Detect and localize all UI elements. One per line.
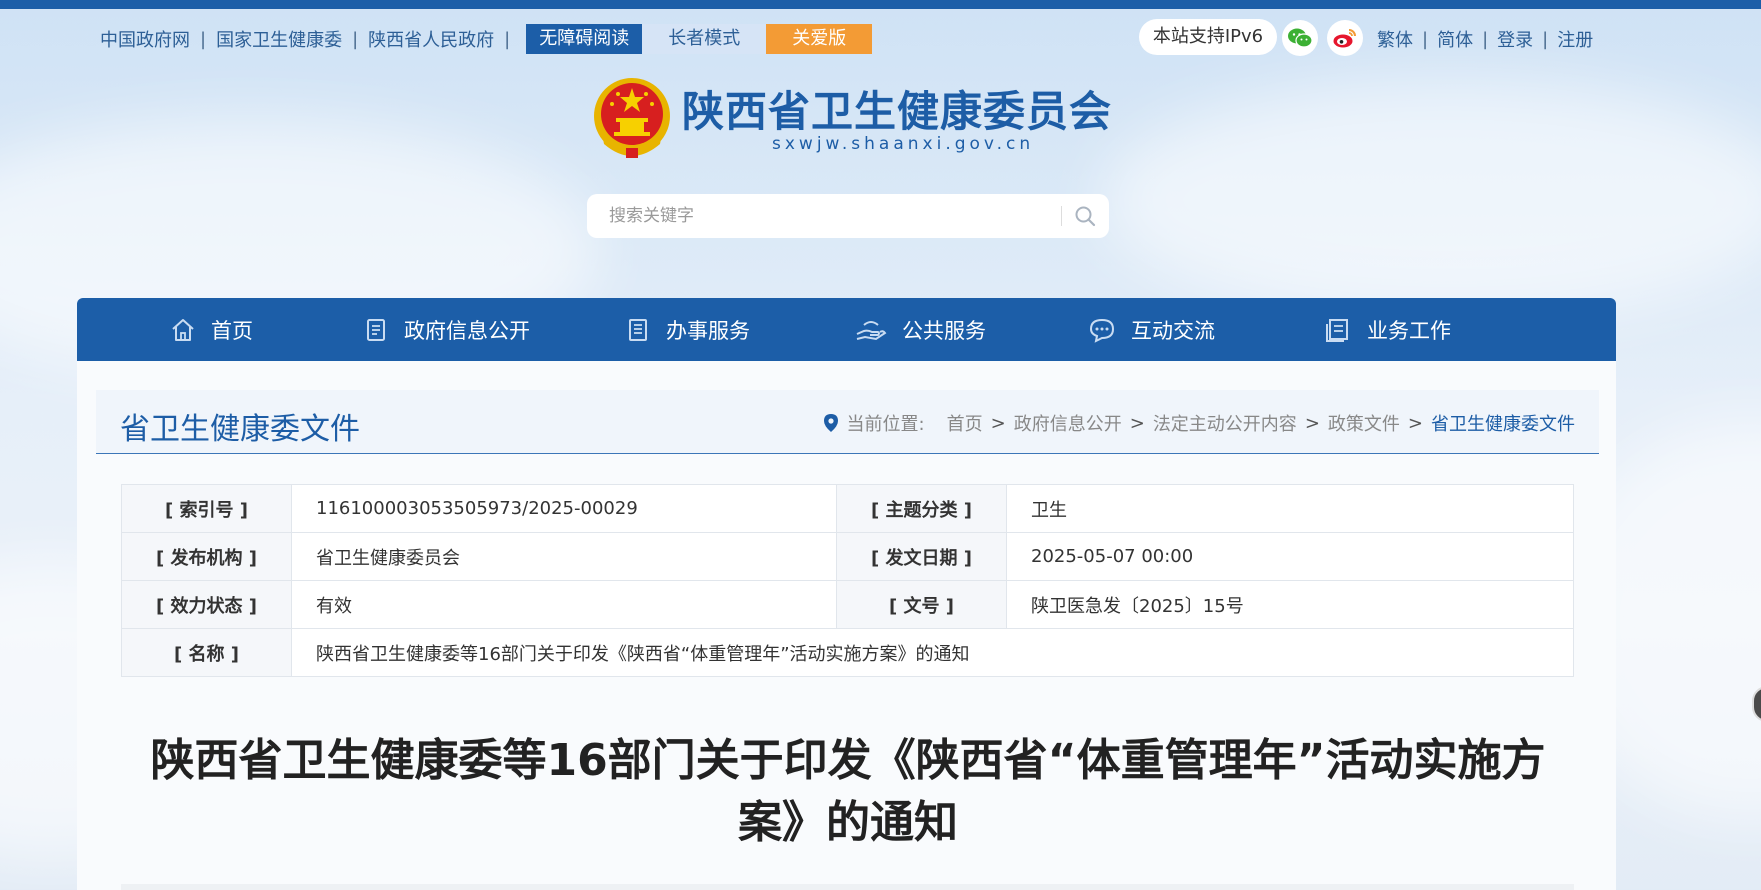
docno-label: [ 文号 ]: [836, 580, 1007, 629]
topic-label: [ 主题分类 ]: [836, 484, 1007, 533]
separator: |: [352, 28, 359, 50]
separator: |: [1542, 28, 1549, 50]
section-title: 省卫生健康委文件: [120, 412, 360, 447]
breadcrumb-separator: >: [990, 412, 1006, 434]
weibo-button[interactable]: [1327, 20, 1363, 56]
accessible-reading-button[interactable]: 无障碍阅读: [526, 24, 643, 54]
simplified-chinese-link[interactable]: 简体: [1437, 26, 1473, 52]
breadcrumb-separator: >: [1129, 412, 1145, 434]
name-label: [ 名称 ]: [121, 628, 292, 677]
nav-business[interactable]: 业务工作: [1323, 298, 1451, 361]
docno-value: 陕卫医急发〔2025〕15号: [1006, 580, 1574, 629]
status-value: 有效: [291, 580, 837, 629]
name-value: 陕西省卫生健康委等16部门关于印发《陕西省“体重管理年”活动实施方案》的通知: [291, 628, 1574, 677]
search-box: [587, 194, 1109, 238]
separator: |: [200, 28, 207, 50]
breadcrumb-current[interactable]: 省卫生健康委文件: [1431, 410, 1575, 436]
national-emblem-icon: [594, 78, 670, 158]
chat-icon: [1089, 318, 1115, 343]
separator: |: [1422, 28, 1429, 50]
weibo-icon: [1333, 29, 1356, 48]
publisher-value: 省卫生健康委员会: [291, 532, 837, 581]
traditional-chinese-link[interactable]: 繁体: [1377, 26, 1413, 52]
date-label: [ 发文日期 ]: [836, 532, 1007, 581]
wechat-button[interactable]: [1282, 20, 1318, 56]
index-value: 116100003053505973/2025-00029: [291, 484, 837, 533]
search-input[interactable]: [609, 202, 1029, 230]
nav-home[interactable]: 首页: [169, 298, 253, 361]
nav-label: 政府信息公开: [404, 318, 530, 343]
table-row: [ 发布机构 ] 省卫生健康委员会 [ 发文日期 ] 2025-05-07 00…: [121, 532, 1574, 581]
breadcrumb-policy[interactable]: 政策文件: [1328, 410, 1400, 436]
login-link[interactable]: 登录: [1497, 26, 1533, 52]
form-icon: [629, 318, 647, 341]
breadcrumb-separator: >: [1407, 412, 1423, 434]
table-row: [ 效力状态 ] 有效 [ 文号 ] 陕卫医急发〔2025〕15号: [121, 580, 1574, 629]
date-value: 2025-05-07 00:00: [1006, 532, 1574, 581]
book-icon: [1326, 318, 1348, 342]
breadcrumb-gov-info[interactable]: 政府信息公开: [1014, 410, 1122, 436]
table-row: [ 索引号 ] 116100003053505973/2025-00029 [ …: [121, 484, 1574, 533]
link-shaanxi-gov[interactable]: 陕西省人民政府: [368, 26, 494, 52]
separator: |: [504, 28, 511, 50]
nav-gov-info[interactable]: 政府信息公开: [362, 298, 530, 361]
search-icon: [1075, 206, 1096, 227]
publisher-label: [ 发布机构 ]: [121, 532, 292, 581]
breadcrumb-statutory[interactable]: 法定主动公开内容: [1153, 410, 1297, 436]
care-version-button[interactable]: 关爱版: [766, 24, 873, 54]
site-title: 陕西省卫生健康委员会: [682, 87, 1113, 136]
link-gov-cn[interactable]: 中国政府网: [100, 26, 190, 52]
status-label: [ 效力状态 ]: [121, 580, 292, 629]
nav-label: 互动交流: [1131, 318, 1215, 343]
top-accent-line: [0, 0, 1761, 9]
breadcrumb-separator: >: [1304, 412, 1320, 434]
nav-label: 公共服务: [902, 318, 986, 343]
elder-mode-button[interactable]: 长者模式: [642, 24, 767, 54]
main-nav: 首页 政府信息公开 办事服务 公共服务 互动交流 业务工作: [77, 298, 1616, 361]
home-icon: [172, 318, 194, 341]
topic-value: 卫生: [1006, 484, 1574, 533]
nav-label: 业务工作: [1367, 318, 1451, 343]
breadcrumb-home[interactable]: 首页: [947, 410, 983, 436]
language-account-links: 繁体 | 简体 | 登录 | 注册: [1377, 24, 1593, 54]
index-label: [ 索引号 ]: [121, 484, 292, 533]
link-nhc[interactable]: 国家卫生健康委: [216, 26, 342, 52]
register-link[interactable]: 注册: [1557, 26, 1593, 52]
breadcrumb: 当前位置: 首页 > 政府信息公开 > 法定主动公开内容 > 政策文件 > 省卫…: [823, 410, 1575, 436]
document-list-icon: [367, 318, 385, 341]
hand-service-icon: [856, 320, 887, 340]
nav-interaction[interactable]: 互动交流: [1087, 298, 1215, 361]
document-title: 陕西省卫生健康委等16部门关于印发《陕西省“体重管理年”活动实施方案》的通知: [150, 735, 1546, 848]
section-header: 省卫生健康委文件 当前位置: 首页 > 政府信息公开 > 法定主动公开内容 > …: [96, 390, 1599, 454]
search-button[interactable]: [1069, 201, 1101, 231]
content-divider: [121, 884, 1574, 890]
nav-public-services[interactable]: 公共服务: [854, 298, 986, 361]
nav-label: 首页: [211, 318, 253, 343]
site-domain: sxwjw.shaanxi.gov.cn: [772, 134, 1035, 154]
top-links: 中国政府网 | 国家卫生健康委 | 陕西省人民政府 | 无障碍阅读 长者模式 关…: [100, 24, 873, 54]
nav-services[interactable]: 办事服务: [624, 298, 750, 361]
document-meta-table: [ 索引号 ] 116100003053505973/2025-00029 [ …: [121, 484, 1574, 677]
wechat-icon: [1288, 28, 1313, 48]
table-row: [ 名称 ] 陕西省卫生健康委等16部门关于印发《陕西省“体重管理年”活动实施方…: [121, 628, 1574, 677]
nav-label: 办事服务: [666, 318, 750, 343]
location-label: 当前位置:: [846, 414, 925, 435]
location-pin-icon: [823, 414, 838, 432]
ipv6-badge: 本站支持IPv6: [1139, 19, 1277, 55]
separator: |: [1482, 28, 1489, 50]
search-divider: [1061, 206, 1062, 226]
